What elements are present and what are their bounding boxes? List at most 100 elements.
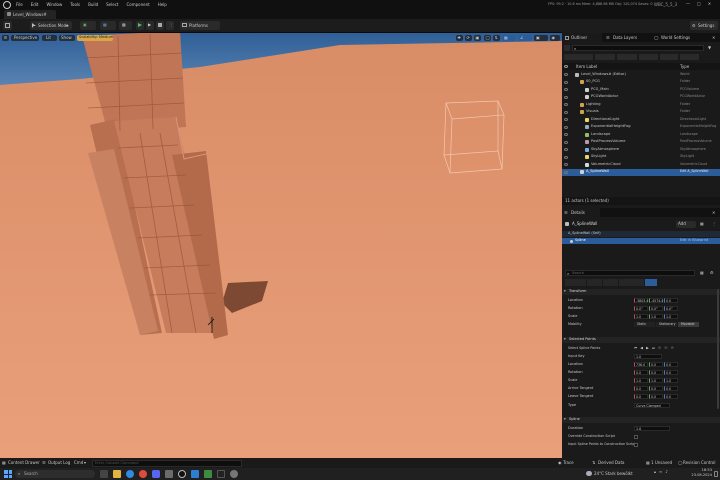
scale-x-field[interactable]: 1.0 bbox=[634, 314, 648, 319]
component-spline-row[interactable]: Spline Edit in Blueprint bbox=[562, 238, 720, 244]
unsaved-button[interactable]: ▦ 1 Unsaved bbox=[646, 460, 674, 467]
view-options-icon[interactable]: ▦ bbox=[700, 271, 704, 275]
blueprint-edit-icon[interactable]: ▦ bbox=[700, 222, 704, 226]
settings-button[interactable]: ⚙ Settings bbox=[690, 21, 718, 30]
scale-snap-toggle[interactable]: ▣ bbox=[534, 35, 548, 41]
scalability-badge[interactable]: Scalability: Medium bbox=[77, 35, 113, 41]
filter-tab-all[interactable]: All bbox=[645, 279, 658, 295]
filter-chip-directional-light[interactable]: Directional Light bbox=[564, 54, 593, 70]
details-search-input[interactable]: ⌕ Search bbox=[565, 270, 695, 276]
location-y-field[interactable]: -4574.4 bbox=[649, 298, 663, 303]
tab-data-layers[interactable]: ☰ Data Layers bbox=[604, 33, 650, 42]
outliner-row[interactable]: Visuals Folder bbox=[562, 109, 720, 116]
point-rotation-x-field[interactable]: 0.0 bbox=[634, 370, 648, 375]
explorer-icon[interactable] bbox=[113, 470, 121, 478]
world-local-toggle[interactable]: ◯ bbox=[484, 35, 491, 41]
point-rotation-z-field[interactable]: 0.0 bbox=[664, 370, 678, 375]
tab-details[interactable]: ☰ Details bbox=[562, 208, 600, 217]
content-drawer-button[interactable]: ▦ Content Drawer bbox=[2, 460, 40, 467]
menu-help[interactable]: Help bbox=[158, 3, 167, 7]
level-tab[interactable]: Level_Windows# bbox=[4, 10, 56, 19]
rotation-snap-toggle[interactable]: ∠ bbox=[518, 35, 532, 41]
visibility-eye-icon[interactable] bbox=[564, 155, 568, 159]
save-button[interactable] bbox=[3, 21, 12, 30]
rotation-z-field[interactable]: 0.0° bbox=[664, 306, 678, 311]
blueprint-button[interactable]: ▦ bbox=[100, 21, 116, 30]
point-scale-y-field[interactable]: 1.0 bbox=[649, 378, 663, 383]
translate-tool[interactable]: ✚ bbox=[456, 35, 463, 41]
selection-mode-dropdown[interactable]: Selection Mode ▾ bbox=[30, 21, 72, 30]
maximize-icon[interactable]: □ bbox=[697, 2, 701, 6]
input-key-field[interactable]: 1.0 bbox=[634, 354, 662, 359]
point-location-x-field[interactable]: 736.0 bbox=[634, 362, 648, 367]
viewport-options-button[interactable]: ☰ bbox=[2, 35, 9, 41]
browser-icon[interactable] bbox=[126, 470, 134, 478]
output-log-button[interactable]: ☰ Output Log bbox=[42, 460, 70, 467]
point-location-y-field[interactable]: 0.0 bbox=[649, 362, 663, 367]
transform-section-header[interactable]: ▾ Transform bbox=[562, 289, 720, 295]
level-viewport[interactable]: ☰ Perspective Lit Show Scalability: Medi… bbox=[0, 33, 562, 458]
outliner-row[interactable]: PCG_Main PCGVolume bbox=[562, 86, 720, 93]
trace-button[interactable]: ◉ Trace bbox=[558, 460, 578, 467]
grid-snap-toggle[interactable]: ▦ bbox=[502, 35, 516, 41]
tab-world-settings[interactable]: ◯ World Settings bbox=[652, 33, 708, 42]
outliner-row[interactable]: PostProcessVolume PostProcessVolume bbox=[562, 139, 720, 146]
outliner-row[interactable]: A_SplineWall Edit A_SplineWall bbox=[562, 168, 720, 176]
filter-chip-rect-light[interactable]: Rect Light bbox=[638, 54, 658, 70]
menu-component[interactable]: Component bbox=[126, 3, 149, 7]
surface-snap-toggle[interactable]: ⇅ bbox=[493, 35, 500, 41]
visibility-eye-icon[interactable] bbox=[564, 170, 568, 174]
console-input[interactable]: Enter Console Command bbox=[92, 459, 242, 467]
filter-tab-misc[interactable]: Misc bbox=[602, 279, 619, 295]
outliner-row[interactable]: SkyAtmosphere SkyAtmosphere bbox=[562, 146, 720, 153]
unreal-logo-icon[interactable] bbox=[3, 1, 11, 9]
filter-chip-landscape[interactable]: Landscape bbox=[594, 54, 615, 70]
point-location-z-field[interactable]: 0.0 bbox=[664, 362, 678, 367]
discord-icon[interactable] bbox=[152, 470, 160, 478]
filter-tab-general[interactable]: General bbox=[565, 279, 586, 295]
mobility-movable-button[interactable]: Movable bbox=[678, 322, 699, 327]
edit-in-blueprint-link[interactable]: Edit in Blueprint bbox=[680, 238, 708, 243]
outliner-row[interactable]: 00_PCG Folder bbox=[562, 79, 720, 86]
location-x-field[interactable]: -3803.4 bbox=[634, 298, 648, 303]
scale-y-field[interactable]: 1.0 bbox=[649, 314, 663, 319]
visibility-eye-icon[interactable] bbox=[564, 125, 568, 129]
play-options-button[interactable]: ⋮ bbox=[166, 21, 174, 30]
filter-tab-lod[interactable]: LOD bbox=[587, 279, 602, 295]
cinematics-button[interactable]: ▩ bbox=[119, 21, 132, 30]
start-button[interactable] bbox=[4, 470, 12, 478]
close-icon[interactable]: ✕ bbox=[708, 2, 711, 6]
more-icon[interactable]: ⋮ bbox=[712, 222, 716, 226]
outliner-row[interactable]: ExponentialHeightFog ExponentialHeightFog bbox=[562, 124, 720, 131]
outliner-row[interactable]: Lighting Folder bbox=[562, 101, 720, 108]
derived-data-button[interactable]: ⇅ Derived Data bbox=[592, 460, 632, 467]
col-type[interactable]: Type bbox=[680, 64, 689, 69]
arrive-tangent-z-field[interactable]: 0.0 bbox=[664, 386, 678, 391]
volume-icon[interactable]: ♪ bbox=[665, 470, 668, 474]
notification-icon[interactable] bbox=[714, 471, 718, 477]
selected-points-section-header[interactable]: ▾ Selected Points bbox=[562, 337, 720, 343]
col-item-label[interactable]: Item Label bbox=[576, 64, 597, 69]
filter-chip-sky-light[interactable]: Sky Light bbox=[659, 54, 678, 70]
outliner-search-input[interactable]: ⌕ bbox=[572, 45, 704, 51]
leave-tangent-z-field[interactable]: 0.0 bbox=[664, 394, 678, 399]
visibility-eye-icon[interactable] bbox=[564, 148, 568, 151]
revision-control-button[interactable]: ◯ Revision Control bbox=[678, 460, 720, 467]
clock[interactable]: 18:53 23.08.2024 bbox=[684, 468, 712, 479]
rotation-x-field[interactable]: 0.0° bbox=[634, 306, 648, 311]
visibility-eye-icon[interactable] bbox=[564, 103, 568, 106]
arrive-tangent-x-field[interactable]: 0.0 bbox=[634, 386, 648, 391]
weather-widget[interactable]: 24°C Stark bewölkt bbox=[586, 470, 646, 478]
mail-icon[interactable] bbox=[191, 470, 199, 478]
app-icon[interactable] bbox=[165, 470, 173, 478]
visibility-eye-icon[interactable] bbox=[564, 73, 568, 76]
mobility-static-button[interactable]: Static bbox=[634, 322, 655, 327]
scale-tool[interactable]: ▣ bbox=[474, 35, 481, 41]
visibility-eye-icon[interactable] bbox=[564, 133, 568, 136]
mobility-stationary-button[interactable]: Stationary bbox=[656, 322, 677, 327]
input-keys-checkbox[interactable] bbox=[634, 442, 638, 447]
menu-select[interactable]: Select bbox=[106, 3, 118, 7]
terminal-icon[interactable] bbox=[217, 470, 225, 478]
cmd-dropdown[interactable]: Cmd ▾ bbox=[72, 460, 90, 467]
point-navigation-icons[interactable]: ⏮ ◀ ▶ ⏭ ☉ ☉ ☉ bbox=[634, 346, 675, 351]
